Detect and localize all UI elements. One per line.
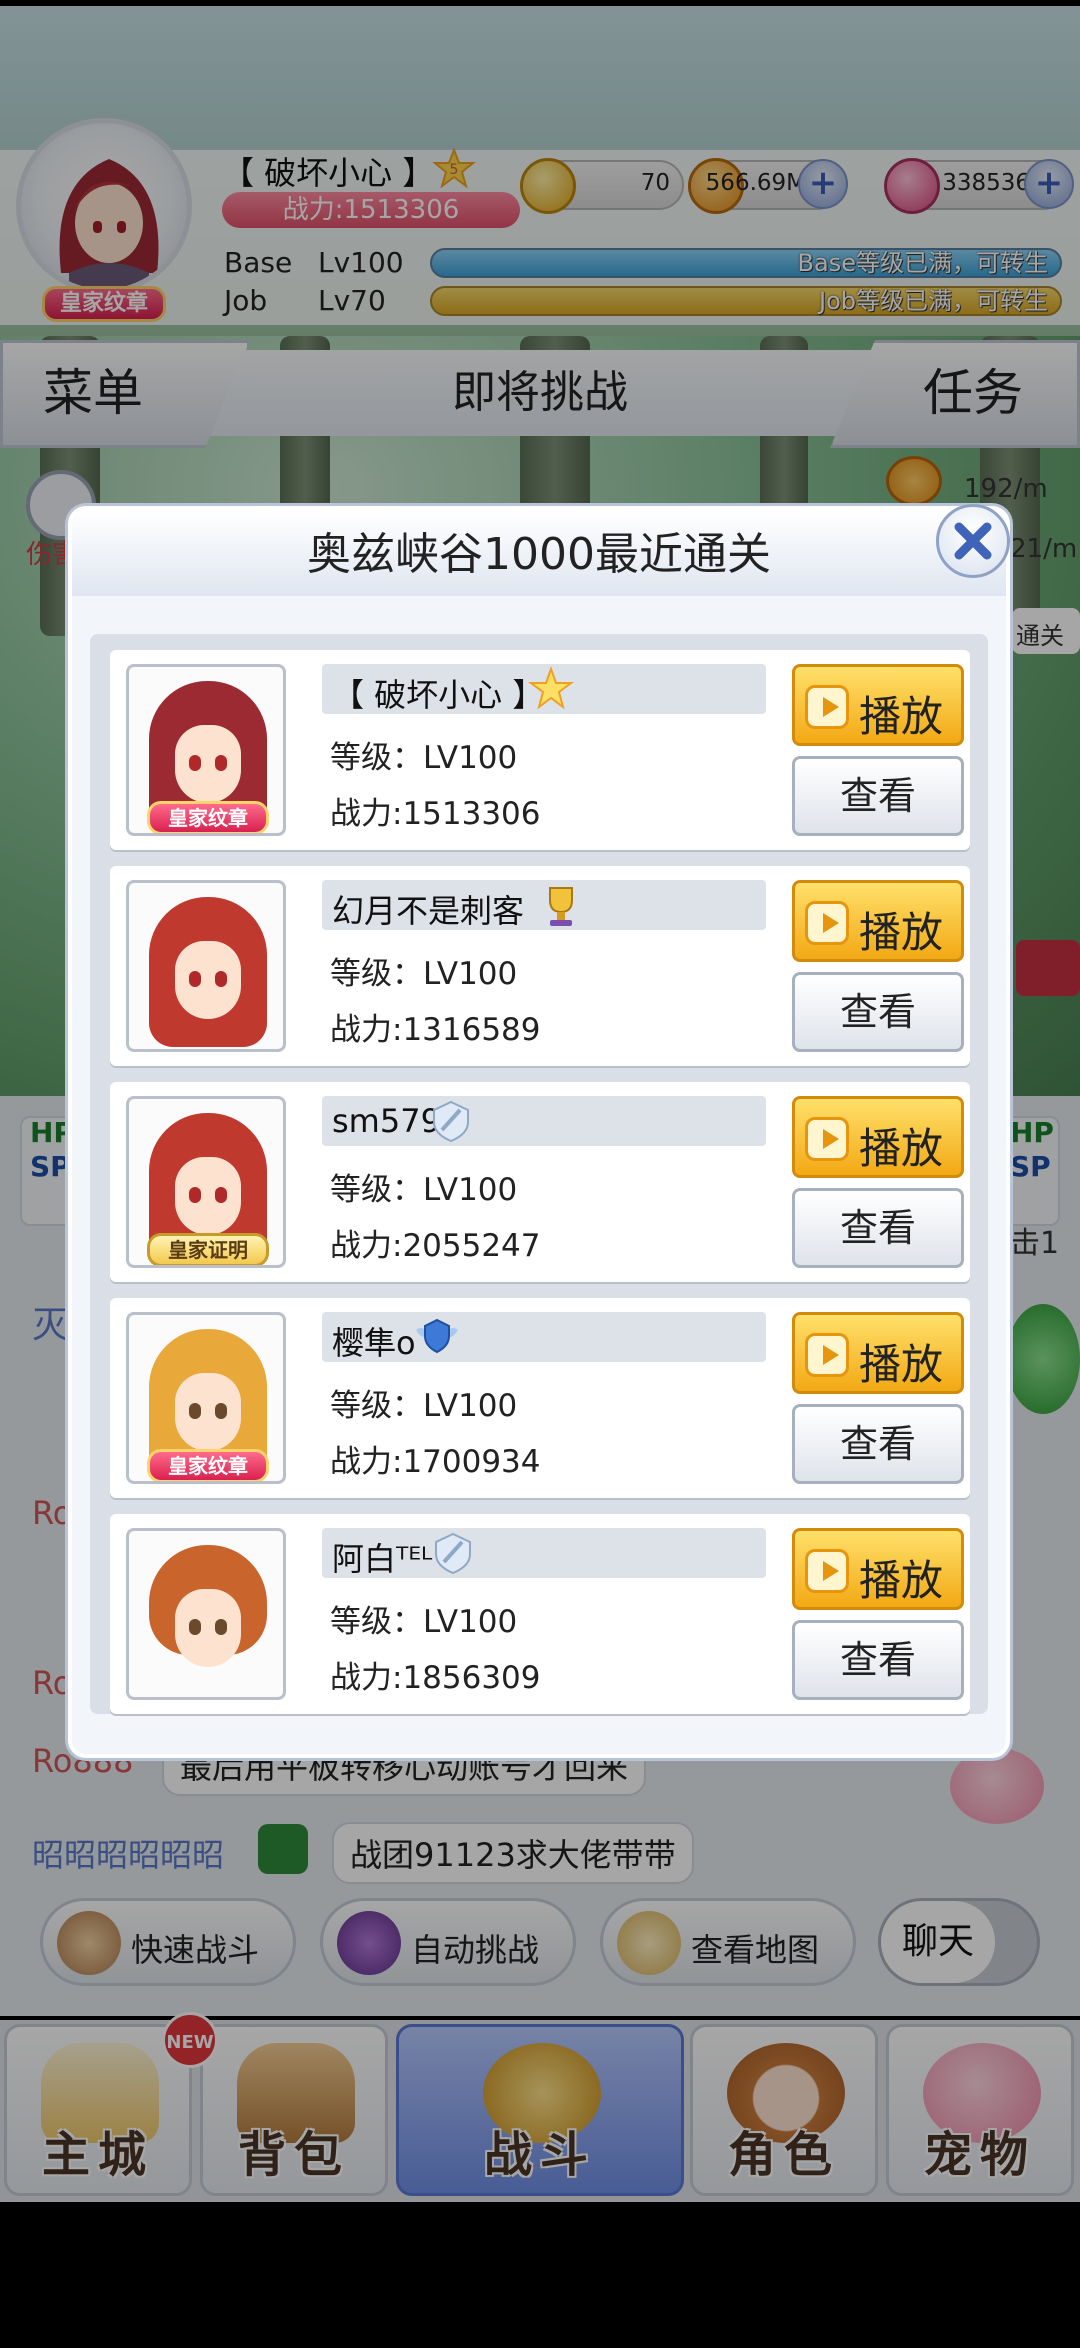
sword-shield-icon <box>435 1532 471 1575</box>
play-replay-button[interactable]: 播放 <box>792 1312 964 1394</box>
trophy-icon <box>549 887 573 926</box>
character-portrait[interactable]: 皇家纹章 <box>126 1312 286 1484</box>
entry-power: 战力:1513306 <box>330 796 541 832</box>
play-icon <box>805 1549 849 1593</box>
entry-name: 阿白ᵀᴱᴸ <box>332 1540 433 1578</box>
character-portrait[interactable]: 皇家纹章 <box>126 664 286 836</box>
play-replay-button[interactable]: 播放 <box>792 880 964 962</box>
player-name-bar: 【 破坏小心 】 <box>322 664 766 714</box>
player-name-bar: 樱隼o <box>322 1312 766 1362</box>
play-replay-button[interactable]: 播放 <box>792 664 964 746</box>
entry-power: 战力:1700934 <box>330 1444 541 1480</box>
player-name-bar: sm579 <box>322 1096 766 1146</box>
system-nav-area <box>0 2202 1080 2348</box>
view-button[interactable]: 查看 <box>792 1404 964 1484</box>
entry-level: 等级：LV100 <box>330 1172 518 1208</box>
royal-certificate-badge: 皇家证明 <box>147 1233 269 1265</box>
play-replay-button[interactable]: 播放 <box>792 1096 964 1178</box>
character-portrait[interactable] <box>126 1528 286 1700</box>
entry-level: 等级：LV100 <box>330 1604 518 1640</box>
list-item: 皇家纹章 【 破坏小心 】 等级：LV100 战力:1513306 播放 查看 <box>110 650 970 850</box>
list-item: 皇家证明 sm579 等级：LV100 战力:2055247 播放 查看 <box>110 1082 970 1282</box>
list-item: 幻月不是刺客 等级：LV100 战力:1316589 播放 查看 <box>110 866 970 1066</box>
entry-power: 战力:1316589 <box>330 1012 541 1048</box>
blue-wing-shield-icon <box>416 1318 458 1354</box>
entry-level: 等级：LV100 <box>330 956 518 992</box>
character-portrait[interactable] <box>126 880 286 1052</box>
entry-power: 战力:1856309 <box>330 1660 541 1696</box>
list-item: 皇家纹章 樱隼o 等级：LV100 战力:1700934 播放 查看 <box>110 1298 970 1498</box>
entry-power: 战力:2055247 <box>330 1228 541 1264</box>
entry-name: 幻月不是刺客 <box>332 892 525 930</box>
close-icon <box>954 522 992 560</box>
character-portrait[interactable]: 皇家证明 <box>126 1096 286 1268</box>
player-name-bar: 幻月不是刺客 <box>322 880 766 930</box>
play-icon <box>805 901 849 945</box>
sword-shield-icon <box>433 1100 469 1143</box>
dialog-title: 奥兹峡谷1000最近通关 <box>72 510 1006 596</box>
play-icon <box>805 1117 849 1161</box>
view-button[interactable]: 查看 <box>792 756 964 836</box>
play-replay-button[interactable]: 播放 <box>792 1528 964 1610</box>
view-button[interactable]: 查看 <box>792 1188 964 1268</box>
list-item: 阿白ᵀᴱᴸ 等级：LV100 战力:1856309 播放 查看 <box>110 1514 970 1714</box>
royal-emblem-badge: 皇家纹章 <box>147 1449 269 1481</box>
entry-level: 等级：LV100 <box>330 740 518 776</box>
play-icon <box>805 685 849 729</box>
close-button[interactable] <box>936 504 1010 578</box>
clear-list: 皇家纹章 【 破坏小心 】 等级：LV100 战力:1513306 播放 查看 <box>90 634 988 1714</box>
play-icon <box>805 1333 849 1377</box>
view-button[interactable]: 查看 <box>792 972 964 1052</box>
royal-emblem-badge: 皇家纹章 <box>147 801 269 833</box>
player-name-bar: 阿白ᵀᴱᴸ <box>322 1528 766 1578</box>
entry-name: 【 破坏小心 】 <box>332 676 545 714</box>
recent-clears-dialog: 奥兹峡谷1000最近通关 皇家纹章 【 破坏小心 】 等级：LV100 战力:1… <box>68 504 1010 1758</box>
entry-name: 樱隼o <box>332 1324 416 1362</box>
entry-level: 等级：LV100 <box>330 1388 518 1424</box>
star-rank-icon <box>528 666 574 710</box>
entry-name: sm579 <box>332 1102 441 1140</box>
view-button[interactable]: 查看 <box>792 1620 964 1700</box>
